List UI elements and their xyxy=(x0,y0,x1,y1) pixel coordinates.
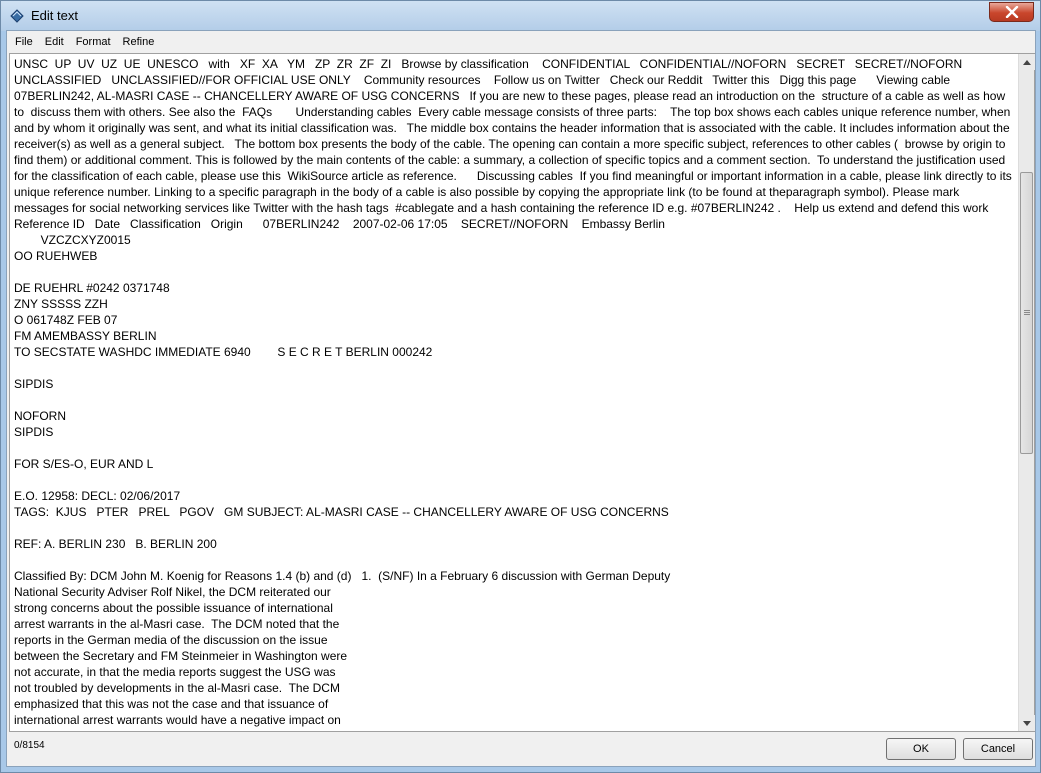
grip-line xyxy=(1024,312,1030,313)
character-counter: 0/8154 xyxy=(14,740,45,751)
grip-line xyxy=(1024,310,1030,311)
menu-bar: File Edit Format Refine xyxy=(7,31,1035,53)
title-bar[interactable]: Edit text xyxy=(1,1,1040,31)
menu-format[interactable]: Format xyxy=(70,33,117,51)
close-icon xyxy=(1005,6,1018,18)
dialog-body: File Edit Format Refine UNSC UP UV UZ UE… xyxy=(6,30,1036,767)
menu-edit[interactable]: Edit xyxy=(39,33,70,51)
menu-refine[interactable]: Refine xyxy=(117,33,161,51)
grip-line xyxy=(1024,314,1030,315)
vertical-scrollbar[interactable] xyxy=(1018,54,1035,731)
chevron-up-icon xyxy=(1023,59,1031,65)
menu-file[interactable]: File xyxy=(9,33,39,51)
status-bar: 0/8154 OK Cancel xyxy=(7,732,1035,766)
close-button[interactable] xyxy=(989,2,1034,22)
scroll-down-button[interactable] xyxy=(1019,715,1035,731)
scroll-thumb[interactable] xyxy=(1020,172,1033,454)
cancel-button[interactable]: Cancel xyxy=(963,738,1033,760)
text-editor[interactable]: UNSC UP UV UZ UE UNESCO with XF XA YM ZP… xyxy=(9,53,1035,732)
window-title: Edit text xyxy=(31,8,78,23)
edit-text-dialog: Edit text File Edit Format Refine UNSC U… xyxy=(0,0,1041,773)
editor-content[interactable]: UNSC UP UV UZ UE UNESCO with XF XA YM ZP… xyxy=(14,56,1017,728)
ok-button[interactable]: OK xyxy=(886,738,956,760)
scroll-up-button[interactable] xyxy=(1019,54,1035,70)
chevron-down-icon xyxy=(1023,720,1031,726)
feather-icon xyxy=(9,8,25,24)
